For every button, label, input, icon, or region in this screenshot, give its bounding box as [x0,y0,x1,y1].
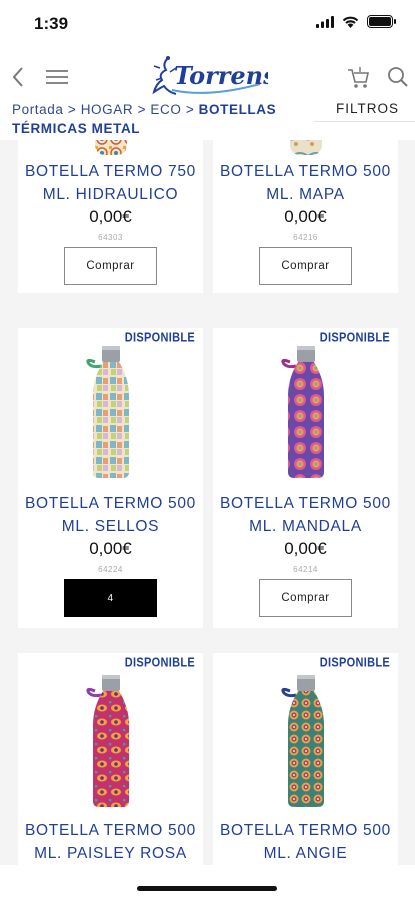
cart-quantity-button[interactable]: 4 [64,579,157,617]
product-card[interactable]: BOTELLA TERMO 500 ML. MAPA 0,00€ 64216 C… [213,140,398,293]
product-card[interactable]: BOTELLA TERMO 750 ML. HIDRAULICO 0,00€ 6… [18,140,203,293]
bottle-image[interactable] [81,344,141,479]
menu-icon[interactable] [44,66,70,88]
product-name[interactable]: BOTELLA TERMO 500 ML. SELLOS [18,492,203,538]
product-card[interactable]: DISPONIBLE BOTELLA TERMO 500 ML. SELLOS … [18,328,203,628]
signal-icon [316,15,334,28]
buy-button[interactable]: Comprar [64,247,157,285]
product-price: 0,00€ [89,207,132,226]
product-name[interactable]: BOTELLA TERMO 500 ML. PAISLEY ROSA [18,819,203,865]
availability-badge: DISPONIBLE [319,331,390,345]
product-sku: 64216 [293,233,318,242]
breadcrumb-separator: > [185,102,195,117]
breadcrumb-item-hogar[interactable]: HOGAR [81,102,134,117]
breadcrumb-separator: > [137,102,147,117]
product-sku: 64303 [98,233,123,242]
availability-badge: DISPONIBLE [124,331,195,345]
status-time: 1:39 [34,14,69,33]
product-sku: 64214 [293,565,318,574]
breadcrumb-item-eco[interactable]: ECO [150,102,181,117]
product-name[interactable]: BOTELLA TERMO 500 ML. ANGIE [213,819,398,865]
search-icon[interactable] [386,64,410,90]
torrens-logo[interactable]: Torrens [148,54,277,102]
product-card[interactable]: DISPONIBLE BOTELLA TERMO 500 ML. ANGIE [213,653,398,865]
product-grid: BOTELLA TERMO 750 ML. HIDRAULICO 0,00€ 6… [0,140,415,865]
breadcrumb: Portada > HOGAR > ECO > BOTELLAS TÉRMICA… [12,100,314,138]
bottle-image[interactable] [276,673,336,808]
product-price: 0,00€ [284,539,327,558]
battery-icon [367,15,396,28]
bottle-image[interactable] [81,673,141,808]
product-card[interactable]: DISPONIBLE BOTELLA TERMO 500 ML. PAISLEY… [18,653,203,865]
product-sku: 64224 [98,565,123,574]
product-name[interactable]: BOTELLA TERMO 500 ML. MAPA [213,160,398,206]
buy-button[interactable]: Comprar [259,247,352,285]
wifi-icon [342,16,359,28]
home-bar-area [0,865,415,900]
breadcrumb-separator: > [67,102,77,117]
lizard-logo-icon: Torrens [152,56,277,95]
product-card[interactable]: DISPONIBLE BOTELLA TERMO 500 ML. MANDALA… [213,328,398,628]
product-name[interactable]: BOTELLA TERMO 500 ML. MANDALA [213,492,398,538]
breadcrumb-item-portada[interactable]: Portada [12,102,63,117]
bottle-image [94,140,127,155]
product-name[interactable]: BOTELLA TERMO 750 ML. HIDRAULICO [18,160,203,206]
status-bar: 1:39 [0,0,415,48]
buy-button[interactable]: Comprar [259,579,352,617]
back-icon[interactable] [8,62,28,92]
filters-button[interactable]: FILTROS [314,98,415,122]
status-icons [316,15,396,28]
svg-text:Torrens: Torrens [174,61,268,90]
availability-badge: DISPONIBLE [319,656,390,670]
product-price: 0,00€ [89,539,132,558]
home-indicator[interactable] [137,886,277,891]
product-price: 0,00€ [284,207,327,226]
bottle-image[interactable] [276,344,336,479]
cart-icon[interactable] [346,64,370,90]
bottle-image [289,140,322,155]
availability-badge: DISPONIBLE [124,656,195,670]
